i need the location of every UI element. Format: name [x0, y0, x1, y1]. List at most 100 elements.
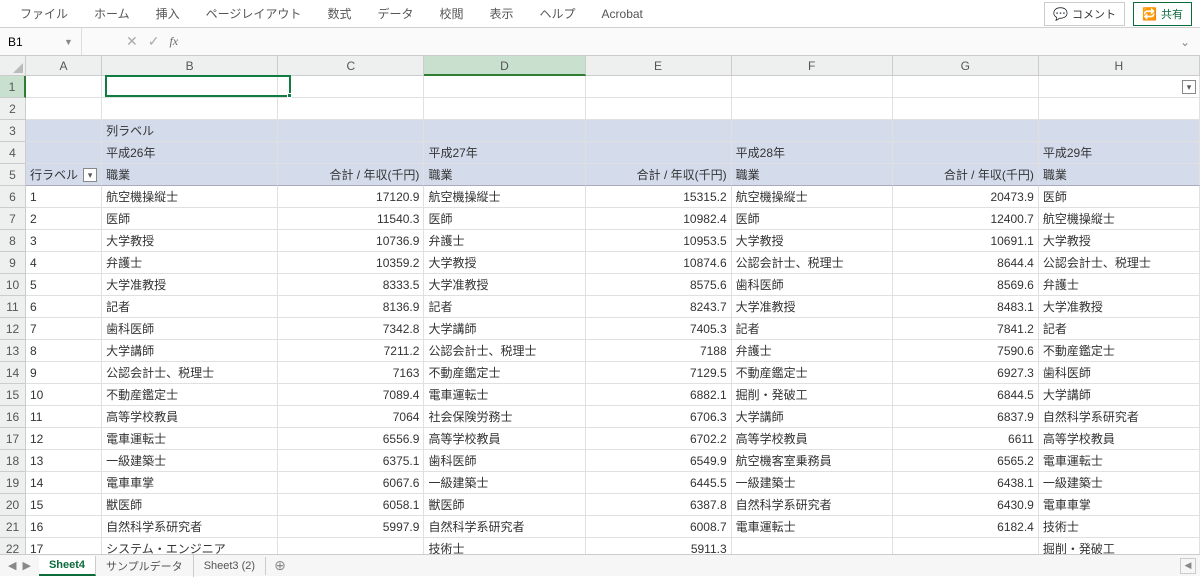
name-box-dropdown-icon[interactable]: ▼	[58, 37, 79, 47]
cell[interactable]: 7342.8	[278, 318, 424, 340]
row-header-5[interactable]: 5	[0, 164, 26, 186]
col-header-D[interactable]: D	[424, 56, 585, 76]
cell[interactable]: 8243.7	[586, 296, 732, 318]
col-header-B[interactable]: B	[102, 56, 278, 76]
cell[interactable]: 8136.9	[278, 296, 424, 318]
cell[interactable]: 大学講師	[732, 406, 893, 428]
cell[interactable]: 6067.6	[278, 472, 424, 494]
cell[interactable]: 不動産鑑定士	[1039, 340, 1200, 362]
cell[interactable]: 3	[26, 230, 102, 252]
menu-tab-acrobat[interactable]: Acrobat	[590, 3, 655, 25]
cell[interactable]: 15	[26, 494, 102, 516]
cell[interactable]: 弁護士	[102, 252, 278, 274]
cell[interactable]: 航空機客室乗務員	[732, 450, 893, 472]
cell[interactable]: 大学講師	[424, 318, 585, 340]
cell[interactable]	[1039, 120, 1200, 142]
cell[interactable]: 歯科医師	[1039, 362, 1200, 384]
cell[interactable]	[586, 76, 732, 98]
cell[interactable]: 一級建築士	[424, 472, 585, 494]
cell[interactable]: 6430.9	[893, 494, 1039, 516]
cell[interactable]: 2	[26, 208, 102, 230]
cell[interactable]: 医師	[102, 208, 278, 230]
cell[interactable]: 7129.5	[586, 362, 732, 384]
cell[interactable]: 6058.1	[278, 494, 424, 516]
cell[interactable]: 15315.2	[586, 186, 732, 208]
sheet-tab[interactable]: Sheet3 (2)	[194, 557, 266, 575]
menu-tab-ホーム[interactable]: ホーム	[82, 1, 142, 26]
row-header-11[interactable]: 11	[0, 296, 26, 318]
cell[interactable]: 平成29年	[1039, 142, 1200, 164]
row-header-22[interactable]: 22	[0, 538, 26, 554]
col-header-A[interactable]: A	[26, 56, 102, 76]
row-header-20[interactable]: 20	[0, 494, 26, 516]
cell[interactable]: 記者	[732, 318, 893, 340]
cell[interactable]	[278, 142, 424, 164]
cell[interactable]: 6565.2	[893, 450, 1039, 472]
cell[interactable]: 獣医師	[102, 494, 278, 516]
cell[interactable]: 9	[26, 362, 102, 384]
menu-tab-校閲[interactable]: 校閲	[427, 1, 475, 26]
cell[interactable]: 5911.3	[586, 538, 732, 554]
cell[interactable]: 6837.9	[893, 406, 1039, 428]
cell[interactable]: 弁護士	[1039, 274, 1200, 296]
cell[interactable]: 電車運転士	[424, 384, 585, 406]
sheet-tab[interactable]: サンプルデータ	[96, 555, 194, 577]
menu-tab-表示[interactable]: 表示	[477, 1, 525, 26]
cell[interactable]: 技術士	[1039, 516, 1200, 538]
menu-tab-ページレイアウト[interactable]: ページレイアウト	[194, 1, 314, 26]
cell[interactable]: 8569.6	[893, 274, 1039, 296]
cell[interactable]: 職業	[424, 164, 585, 186]
cell[interactable]	[424, 76, 585, 98]
cell[interactable]: 自然科学系研究者	[732, 494, 893, 516]
cell[interactable]	[732, 76, 893, 98]
formula-input[interactable]	[192, 28, 1170, 55]
row-header-18[interactable]: 18	[0, 450, 26, 472]
cell[interactable]: 合計 / 年収(千円)	[893, 164, 1039, 186]
cell[interactable]	[893, 120, 1039, 142]
col-header-H[interactable]: H	[1039, 56, 1200, 76]
cell[interactable]	[586, 98, 732, 120]
cell[interactable]	[278, 120, 424, 142]
cell[interactable]: 大学教授	[1039, 230, 1200, 252]
pivot-col-dropdown-icon[interactable]: ▾	[1182, 80, 1196, 94]
cell[interactable]: 17120.9	[278, 186, 424, 208]
cell[interactable]: 10874.6	[586, 252, 732, 274]
col-header-C[interactable]: C	[278, 56, 424, 76]
cell[interactable]: 6182.4	[893, 516, 1039, 538]
cell[interactable]	[732, 98, 893, 120]
cell[interactable]	[278, 98, 424, 120]
cell[interactable]: 高等学校教員	[102, 406, 278, 428]
sheet-tab[interactable]: Sheet4	[39, 556, 96, 576]
cancel-icon[interactable]: ✕	[126, 33, 138, 50]
cell[interactable]: 記者	[102, 296, 278, 318]
cell[interactable]: 記者	[424, 296, 585, 318]
cell[interactable]	[278, 538, 424, 554]
cell[interactable]	[424, 98, 585, 120]
cell[interactable]: 10953.5	[586, 230, 732, 252]
cell[interactable]: 大学准教授	[732, 296, 893, 318]
cell[interactable]: 6844.5	[893, 384, 1039, 406]
cell[interactable]: 一級建築士	[732, 472, 893, 494]
cell[interactable]: 6	[26, 296, 102, 318]
cell[interactable]: 公認会計士、税理士	[732, 252, 893, 274]
cell[interactable]: 高等学校教員	[424, 428, 585, 450]
row-header-3[interactable]: 3	[0, 120, 26, 142]
cell[interactable]: 高等学校教員	[1039, 428, 1200, 450]
cell[interactable]: 合計 / 年収(千円)	[278, 164, 424, 186]
cell[interactable]: 医師	[1039, 186, 1200, 208]
cell[interactable]: 10736.9	[278, 230, 424, 252]
select-all-corner[interactable]	[0, 56, 26, 76]
cell[interactable]: 大学准教授	[102, 274, 278, 296]
row-header-2[interactable]: 2	[0, 98, 26, 120]
row-header-8[interactable]: 8	[0, 230, 26, 252]
cell[interactable]	[26, 120, 102, 142]
row-header-15[interactable]: 15	[0, 384, 26, 406]
row-header-9[interactable]: 9	[0, 252, 26, 274]
cell[interactable]: 10	[26, 384, 102, 406]
cell[interactable]	[586, 120, 732, 142]
cell[interactable]: 職業	[102, 164, 278, 186]
cell[interactable]: 6445.5	[586, 472, 732, 494]
cell[interactable]	[893, 538, 1039, 554]
cell[interactable]: 自然科学系研究者	[1039, 406, 1200, 428]
cell[interactable]	[1039, 76, 1200, 98]
